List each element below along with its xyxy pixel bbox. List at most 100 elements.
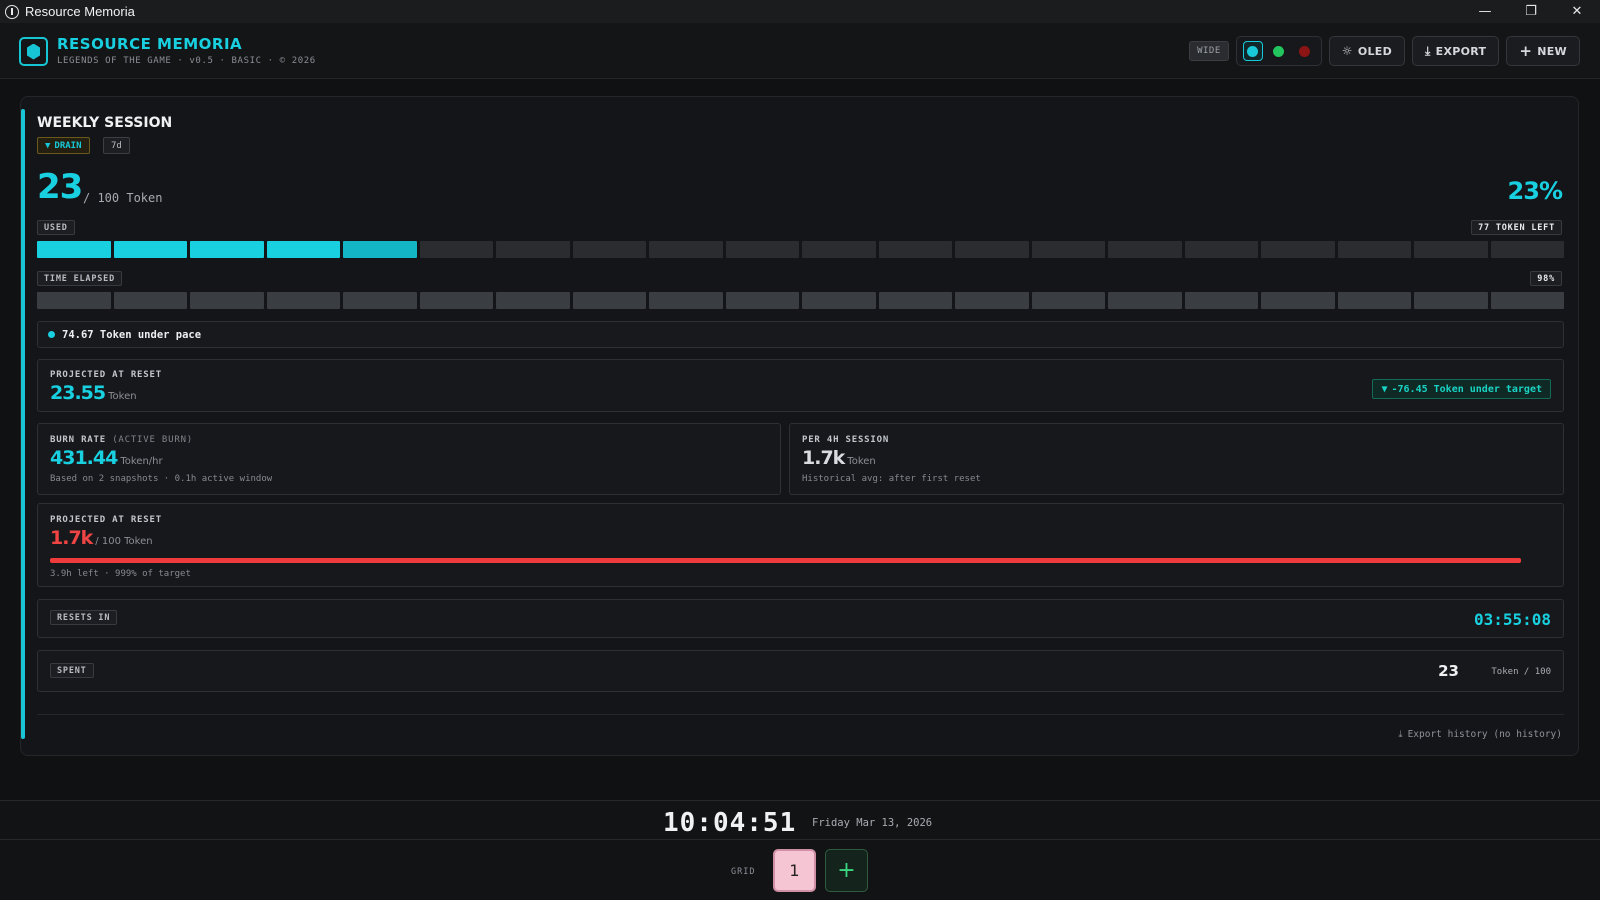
burn-rate-value: 431.44 bbox=[50, 447, 118, 469]
new-button[interactable]: + NEW bbox=[1506, 36, 1580, 66]
grid-slot-1-button[interactable]: 1 bbox=[773, 849, 816, 892]
projected-overrun-unit: / 100 Token bbox=[95, 536, 153, 547]
new-label: NEW bbox=[1537, 44, 1567, 58]
close-button[interactable]: ✕ bbox=[1554, 0, 1600, 23]
drain-label: DRAIN bbox=[54, 140, 82, 151]
time-bar-segment bbox=[496, 292, 570, 309]
app-title: RESOURCE MEMORIA bbox=[57, 35, 243, 53]
date: Friday Mar 13, 2026 bbox=[812, 817, 933, 829]
used-bar-segment bbox=[1184, 241, 1258, 258]
pace-text: 74.67 Token under pace bbox=[62, 328, 202, 341]
time-bar-segment bbox=[113, 292, 187, 309]
window-titlebar: Resource Memoria — ❐ ✕ bbox=[0, 0, 1600, 23]
projected-overrun-box: PROJECTED AT RESET 1.7k/ 100 Token 3.9h … bbox=[37, 503, 1564, 587]
resets-in-label: RESETS IN bbox=[50, 610, 118, 625]
time-bar-segment bbox=[649, 292, 723, 309]
theme-red-button[interactable] bbox=[1295, 41, 1315, 61]
time-bar-segment bbox=[343, 292, 417, 309]
overrun-progress-bar bbox=[50, 558, 1521, 563]
time-bar-segment bbox=[266, 292, 340, 309]
time-bar-segment bbox=[1261, 292, 1335, 309]
download-icon: ⤓ bbox=[1398, 729, 1403, 740]
used-bar-segment bbox=[343, 241, 417, 258]
time-bar-segment bbox=[725, 292, 799, 309]
per-4h-value: 1.7k bbox=[802, 447, 845, 469]
pace-status: 74.67 Token under pace bbox=[37, 321, 1564, 348]
time-bar-segment bbox=[1184, 292, 1258, 309]
used-bar-segment bbox=[1108, 241, 1182, 258]
time-bar-segment bbox=[1490, 292, 1564, 309]
used-bar-segment bbox=[419, 241, 493, 258]
used-bar-segment bbox=[496, 241, 570, 258]
period-tag: 7d bbox=[103, 137, 130, 154]
used-bar-segment bbox=[1337, 241, 1411, 258]
burn-rate-unit: Token/hr bbox=[120, 456, 163, 467]
window-controls: — ❐ ✕ bbox=[1462, 0, 1600, 23]
under-target-text: -76.45 Token under target bbox=[1391, 383, 1542, 395]
per-4h-label: PER 4H SESSION bbox=[802, 435, 890, 445]
time-bar-segment bbox=[37, 292, 111, 309]
used-label: USED bbox=[37, 220, 75, 235]
projected-overrun-value-row: 1.7k/ 100 Token bbox=[50, 527, 153, 549]
burn-rate-sublabel: (ACTIVE BURN) bbox=[112, 435, 194, 445]
per-4h-value-row: 1.7k Token bbox=[802, 447, 876, 469]
tokens-left-badge: 77 TOKEN LEFT bbox=[1471, 220, 1562, 235]
app-icon bbox=[5, 4, 19, 19]
download-icon: ⤓ bbox=[1425, 43, 1431, 58]
per-4h-box: PER 4H SESSION 1.7k Token Historical avg:… bbox=[789, 423, 1564, 495]
used-value: 23 bbox=[37, 167, 83, 207]
spent-box: SPENT 23 Token / 100 bbox=[37, 650, 1564, 692]
used-bar-segment bbox=[802, 241, 876, 258]
used-bar-segment bbox=[266, 241, 340, 258]
footer: 10:04:51 Friday Mar 13, 2026 GRID 1 + bbox=[0, 800, 1600, 900]
export-button[interactable]: ⤓ EXPORT bbox=[1412, 36, 1500, 66]
card-title: WEEKLY SESSION bbox=[37, 115, 173, 131]
minimize-button[interactable]: — bbox=[1462, 0, 1508, 23]
used-bar-segment bbox=[1414, 241, 1488, 258]
footer-divider bbox=[0, 839, 1600, 840]
spent-label: SPENT bbox=[50, 663, 94, 678]
used-of: / 100 Token bbox=[83, 191, 163, 205]
time-bar-segment bbox=[1337, 292, 1411, 309]
projected-overrun-value: 1.7k bbox=[50, 527, 93, 549]
export-history-link[interactable]: ⤓ Export history (no history) bbox=[1398, 729, 1562, 740]
used-percent: 23% bbox=[1507, 177, 1563, 205]
card-divider bbox=[37, 714, 1564, 715]
time-bar-segment bbox=[878, 292, 952, 309]
projected-box: PROJECTED AT RESET 23.55 Token ▼ -76.45 T… bbox=[37, 359, 1564, 412]
used-bar-segment bbox=[649, 241, 723, 258]
time-bar-segment bbox=[802, 292, 876, 309]
under-target-badge: ▼ -76.45 Token under target bbox=[1372, 379, 1551, 399]
used-bar-segment bbox=[37, 241, 111, 258]
theme-cyan-button[interactable] bbox=[1242, 41, 1263, 61]
oled-button[interactable]: ☼ OLED bbox=[1328, 36, 1406, 66]
weekly-session-card: WEEKLY SESSION ▼ DRAIN 7d 23 / 100 Token… bbox=[20, 96, 1579, 756]
clock: 10:04:51 bbox=[663, 808, 797, 838]
burn-rate-value-row: 431.44 Token/hr bbox=[50, 447, 163, 469]
per-4h-note: Historical avg: after first reset bbox=[802, 474, 981, 484]
projected-label: PROJECTED AT RESET bbox=[50, 370, 162, 380]
maximize-button[interactable]: ❐ bbox=[1508, 0, 1554, 23]
wide-toggle[interactable]: WIDE bbox=[1189, 41, 1229, 61]
resets-in-box: RESETS IN 03:55:08 bbox=[37, 599, 1564, 638]
time-bar-segment bbox=[419, 292, 493, 309]
triangle-down-icon: ▼ bbox=[45, 140, 51, 151]
projected-value: 23.55 bbox=[50, 382, 106, 404]
used-bar-segment bbox=[113, 241, 187, 258]
window-title: Resource Memoria bbox=[25, 4, 135, 19]
spent-unit: Token / 100 bbox=[1491, 667, 1551, 677]
used-bar-segment bbox=[1261, 241, 1335, 258]
time-bar-segment bbox=[955, 292, 1029, 309]
time-bar-segment bbox=[1108, 292, 1182, 309]
time-bar-segment bbox=[190, 292, 264, 309]
theme-green-button[interactable] bbox=[1269, 41, 1289, 61]
card-accent-bar bbox=[21, 109, 25, 739]
time-progress-bar bbox=[37, 292, 1564, 309]
export-label: EXPORT bbox=[1435, 44, 1487, 58]
time-elapsed-percent: 98% bbox=[1530, 271, 1562, 286]
used-bar-segment bbox=[1031, 241, 1105, 258]
grid-add-button[interactable]: + bbox=[825, 849, 868, 892]
oled-label: OLED bbox=[1357, 44, 1393, 58]
projected-overrun-note: 3.9h left · 999% of target bbox=[50, 569, 191, 579]
used-bar-segment bbox=[955, 241, 1029, 258]
